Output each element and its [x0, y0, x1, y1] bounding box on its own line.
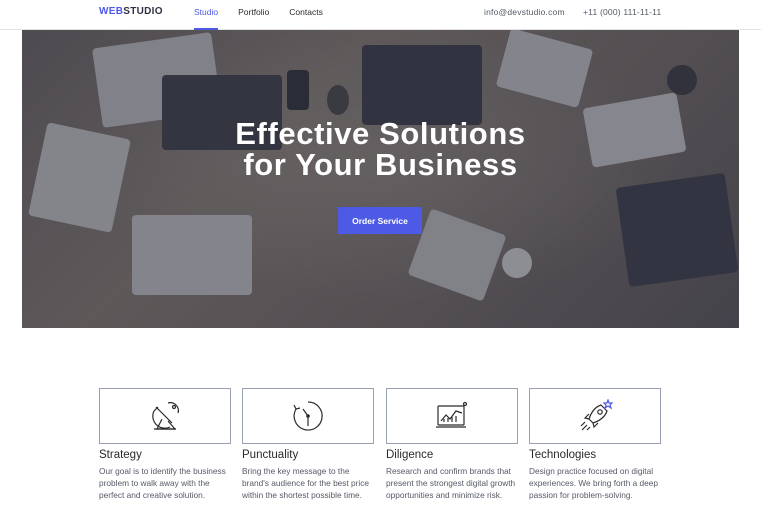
feature-description: Design practice focused on digital exper…: [529, 466, 658, 500]
header-email[interactable]: info@devstudio.com: [484, 7, 565, 17]
feature-card-strategy: Strategy Our goal is to identify the bus…: [99, 388, 231, 501]
chart-monitor-icon: [436, 401, 468, 428]
rocket-icon: [580, 399, 613, 431]
feature-card-technologies: Technologies Design practice focused on …: [529, 388, 661, 501]
hero-banner: Effective Solutions for Your Business Or…: [22, 30, 739, 328]
header-phone[interactable]: +11 (000) 111-11-11: [583, 7, 661, 17]
clock-icon: [293, 401, 323, 431]
logo-text: STUDIO: [123, 6, 163, 17]
satellite-dish-icon: [152, 402, 179, 430]
hero-title-line2: for Your Business: [243, 147, 518, 182]
nav-item-portfolio[interactable]: Portfolio: [238, 0, 269, 30]
feature-title: Diligence: [386, 449, 434, 461]
logo-text-accent: WEB: [99, 6, 124, 17]
feature-icon-box: [386, 388, 518, 444]
site-header: WEBSTUDIO Studio Portfolio Contacts info…: [0, 0, 761, 30]
feature-title: Strategy: [99, 449, 142, 461]
site-logo[interactable]: WEBSTUDIO: [99, 6, 163, 17]
feature-card-diligence: Diligence Research and confirm brands th…: [386, 388, 518, 501]
nav-item-studio[interactable]: Studio: [194, 0, 219, 30]
hero-title: Effective Solutions for Your Business: [22, 118, 739, 180]
feature-icon-box: [529, 388, 661, 444]
feature-description: Research and confirm brands that present…: [386, 466, 516, 500]
feature-title: Punctuality: [242, 449, 299, 461]
feature-description: Our goal is to identify the business pro…: [99, 466, 226, 500]
feature-icon-box: [99, 388, 231, 444]
order-service-button[interactable]: Order Service: [338, 207, 422, 234]
main-nav: Studio Portfolio Contacts: [194, 0, 343, 30]
hero-title-line1: Effective Solutions: [235, 116, 526, 151]
feature-icon-box: [242, 388, 374, 444]
nav-item-contacts[interactable]: Contacts: [289, 0, 323, 30]
feature-title: Technologies: [529, 449, 597, 461]
feature-card-punctuality: Punctuality Bring the key message to the…: [242, 388, 374, 501]
feature-description: Bring the key message to the brand's aud…: [242, 466, 370, 500]
